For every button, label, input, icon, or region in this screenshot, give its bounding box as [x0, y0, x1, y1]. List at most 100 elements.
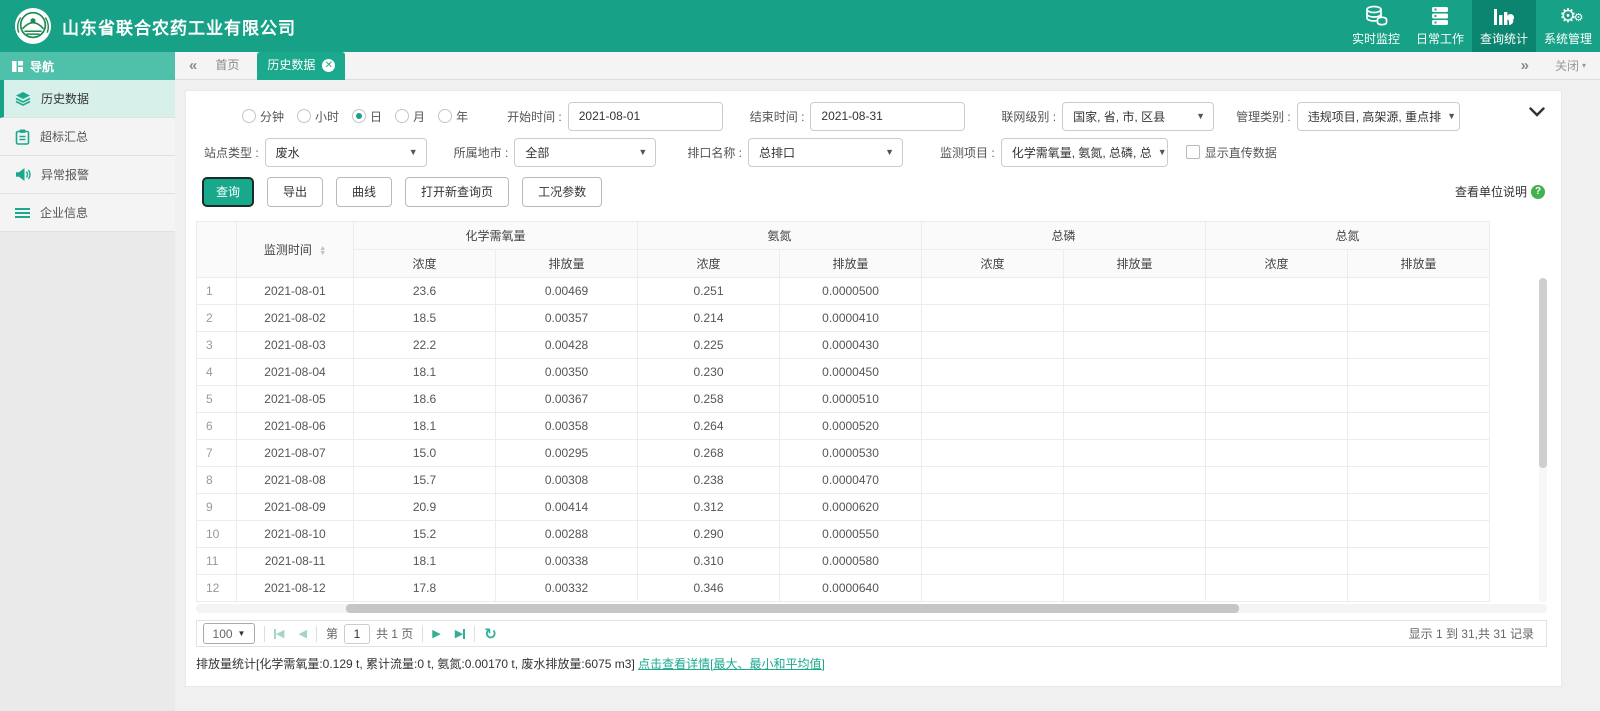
sidebar-item-enterprise-info[interactable]: 企业信息: [0, 194, 175, 232]
value-cell: [1063, 358, 1207, 386]
toolbar: 查询 导出 曲线 打开新查询页 工况参数 查看单位说明 ?: [186, 169, 1561, 209]
outlet-select[interactable]: 总排口 ▼: [748, 137, 904, 167]
last-page-button[interactable]: ▶: [455, 627, 466, 640]
pagination-bar: 100 ▼ ◀ ◀ 第 1 共 1 页 ▶ ▶ ↻ 显示 1 到 31,共 31…: [196, 620, 1547, 647]
table-row[interactable]: 3 2021-08-03 22.2 0.00428 0.225 0.0000430: [196, 331, 1491, 359]
first-page-button[interactable]: ◀: [274, 627, 284, 640]
curve-button[interactable]: 曲线: [336, 176, 393, 207]
table-row[interactable]: 4 2021-08-04 18.1 0.00350 0.230 0.0000450: [196, 358, 1491, 386]
sidebar-item-abnormal-alarm[interactable]: 异常报警: [0, 156, 175, 194]
condition-params-button[interactable]: 工况参数: [522, 176, 603, 207]
value-cell: [1205, 547, 1349, 575]
row-index: 4: [196, 358, 237, 386]
value-cell: [921, 493, 1065, 521]
records-summary: 显示 1 到 31,共 31 记录: [1408, 627, 1534, 641]
export-button[interactable]: 导出: [267, 176, 324, 207]
tabs-scroll-right-icon[interactable]: »: [1521, 57, 1529, 74]
table-row[interactable]: 11 2021-08-11 18.1 0.00338 0.310 0.0000580: [196, 547, 1491, 575]
value-cell: 0.00288: [494, 520, 639, 548]
table-row[interactable]: 8 2021-08-08 15.7 0.00308 0.238 0.0000470: [196, 466, 1491, 494]
end-time-input[interactable]: 2021-08-31: [810, 101, 966, 131]
radio-day[interactable]: 日: [352, 108, 382, 125]
view-detail-link[interactable]: 点击查看详情[最大、最小和平均值]: [638, 657, 825, 671]
tab-close-icon[interactable]: ✕: [322, 59, 336, 72]
table-row[interactable]: 10 2021-08-10 15.2 0.00288 0.290 0.0000550: [196, 520, 1491, 548]
value-cell: 0.0000510: [779, 385, 923, 413]
table-row[interactable]: 5 2021-08-05 18.6 0.00367 0.258 0.0000510: [196, 385, 1491, 413]
radio-month[interactable]: 月: [395, 108, 425, 125]
monitor-date-cell: 2021-08-10: [236, 520, 354, 548]
radio-minute[interactable]: 分钟: [242, 108, 284, 125]
page-number-input[interactable]: 1: [343, 623, 370, 644]
radio-hour[interactable]: 小时: [297, 108, 339, 125]
table-row[interactable]: 7 2021-08-07 15.0 0.00295 0.268 0.0000530: [196, 439, 1491, 467]
value-cell: 0.0000530: [779, 439, 923, 467]
database-icon: [1364, 5, 1388, 27]
value-cell: [921, 358, 1065, 386]
station-type-label: 站点类型 :: [204, 145, 259, 160]
station-type-select[interactable]: 废水 ▼: [264, 137, 427, 167]
start-time-input[interactable]: 2021-08-01: [567, 101, 723, 131]
value-cell: 0.00338: [494, 547, 639, 575]
radio-year[interactable]: 年: [438, 108, 468, 125]
query-button[interactable]: 查询: [202, 176, 255, 207]
value-cell: [1205, 304, 1349, 332]
topnav-daily-work[interactable]: 日常工作: [1408, 0, 1472, 52]
prev-page-button[interactable]: ◀: [298, 627, 306, 640]
network-level-select[interactable]: 国家, 省, 市, 区县 ▼: [1062, 101, 1215, 131]
filter-row-station: 站点类型 : 废水 ▼ 所属地市 : 全部 ▼ 排口名称 : 总排口 ▼ 监测项…: [186, 135, 1561, 169]
value-cell: [1063, 574, 1207, 602]
value-cell: [1063, 547, 1207, 575]
collapse-filters-icon[interactable]: [1529, 107, 1545, 117]
brand: 山东省联合农药工业有限公司: [0, 0, 296, 52]
table-row[interactable]: 12 2021-08-12 17.8 0.00332 0.346 0.0000640: [196, 574, 1491, 602]
table-row[interactable]: 6 2021-08-06 18.1 0.00358 0.264 0.0000520: [196, 412, 1491, 440]
next-page-button[interactable]: ▶: [432, 627, 440, 640]
topnav-label: 实时监控: [1351, 32, 1400, 46]
data-table-wrap: 监测时间 ▲ ▼ 化学需氧量 氨氮 总磷 总氮 浓度 排放量 浓度 排放量 浓度…: [196, 221, 1547, 602]
sidebar-item-history-data[interactable]: 历史数据: [0, 80, 175, 118]
manage-type-select[interactable]: 违规项目, 高架源, 重点排 ▼: [1296, 101, 1460, 131]
vertical-scrollbar-thumb[interactable]: [1539, 278, 1547, 468]
bar-chart-icon: [1492, 5, 1516, 27]
city-select[interactable]: 全部 ▼: [514, 137, 657, 167]
radio-circle-icon: [242, 109, 256, 123]
horizontal-scrollbar-thumb[interactable]: [346, 604, 1239, 613]
monitor-time-header[interactable]: 监测时间 ▲ ▼: [236, 221, 354, 278]
monitor-items-label: 监测项目 :: [940, 145, 995, 160]
refresh-icon[interactable]: ↻: [484, 625, 497, 643]
value-cell: 0.0000640: [779, 574, 923, 602]
sort-icon[interactable]: ▲ ▼: [319, 245, 326, 257]
monitor-items-select[interactable]: 化学需氧量, 氨氮, 总磷, 总 ▼: [1000, 137, 1168, 167]
topnav-system-management[interactable]: ⚙ ⚙ 系统管理: [1536, 0, 1600, 52]
sidebar-item-exceedance-summary[interactable]: 超标汇总: [0, 118, 175, 156]
open-new-query-button[interactable]: 打开新查询页: [405, 176, 510, 207]
table-row[interactable]: 9 2021-08-09 20.9 0.00414 0.312 0.0000620: [196, 493, 1491, 521]
start-time-label: 开始时间 :: [507, 109, 562, 124]
table-row[interactable]: 2 2021-08-02 18.5 0.00357 0.214 0.0000410: [196, 304, 1491, 332]
tab-home[interactable]: 首页: [197, 52, 257, 79]
topnav-realtime-monitor[interactable]: 实时监控: [1344, 0, 1408, 52]
unit-help-link[interactable]: 查看单位说明 ?: [1455, 183, 1545, 200]
topnav-query-statistics[interactable]: 查询统计: [1472, 0, 1536, 52]
emission-stats-text: 排放量统计[化学需氧量:0.129 t, 累计流量:0 t, 氨氮:0.0017…: [196, 657, 639, 671]
value-cell: 18.1: [353, 547, 496, 575]
row-index: 9: [196, 493, 237, 521]
tab-history-data[interactable]: 历史数据 ✕: [257, 51, 346, 80]
page-size-select[interactable]: 100 ▼: [203, 623, 255, 644]
vertical-scrollbar[interactable]: [1539, 278, 1547, 602]
row-index: 7: [196, 439, 237, 467]
company-name: 山东省联合农药工业有限公司: [62, 18, 296, 38]
value-cell: [1347, 493, 1491, 521]
show-direct-data-checkbox[interactable]: 显示直传数据: [1185, 144, 1277, 161]
table-row[interactable]: 1 2021-08-01 23.6 0.00469 0.251 0.0000500: [196, 277, 1491, 305]
value-cell: [921, 304, 1065, 332]
tabs-scroll-left-icon[interactable]: «: [189, 57, 197, 74]
value-cell: 20.9: [353, 493, 496, 521]
value-cell: [1347, 412, 1491, 440]
value-cell: 0.225: [637, 331, 781, 359]
value-cell: 0.312: [637, 493, 781, 521]
horizontal-scrollbar[interactable]: [196, 604, 1547, 613]
monitor-time-label: 监测时间: [263, 243, 312, 257]
close-tabs-menu[interactable]: 关闭 ▾: [1555, 57, 1586, 74]
